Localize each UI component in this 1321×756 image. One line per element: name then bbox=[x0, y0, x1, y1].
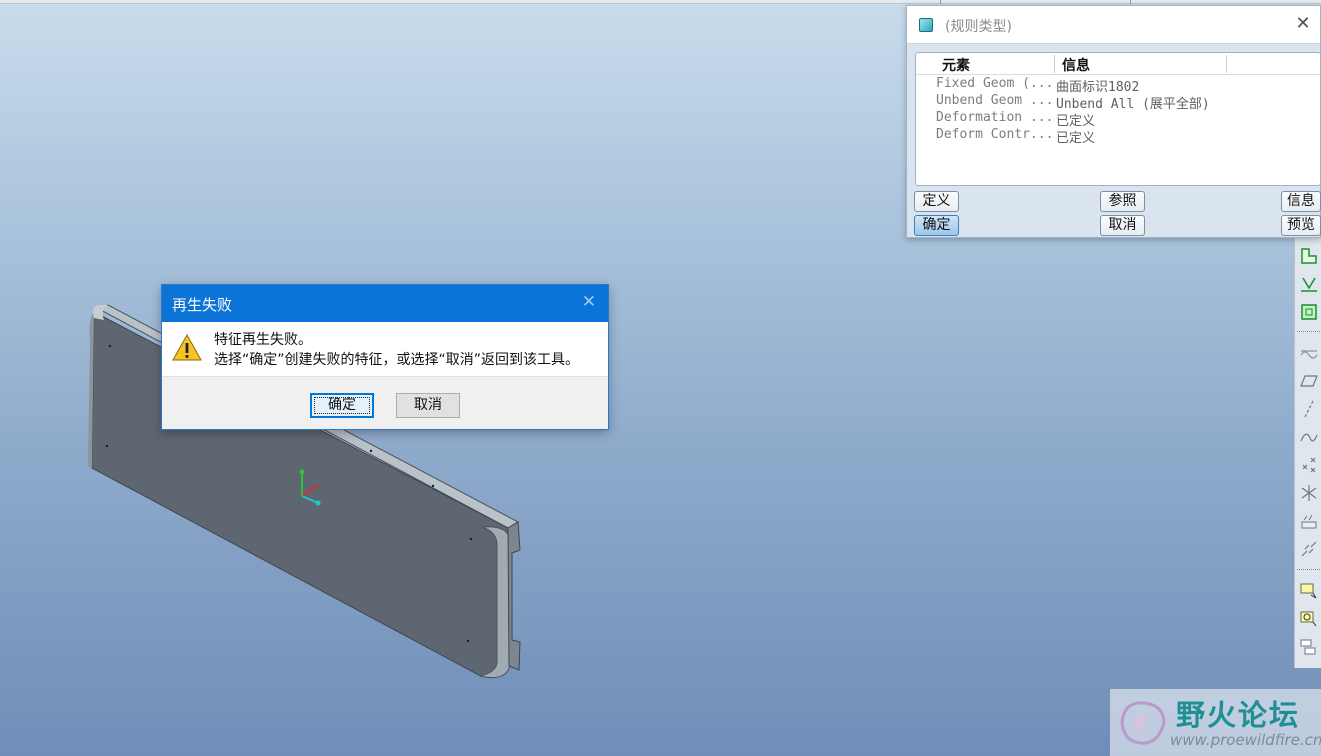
boundary-icon[interactable] bbox=[1298, 301, 1320, 323]
link-icon[interactable] bbox=[1298, 538, 1320, 560]
plane-icon[interactable] bbox=[1298, 370, 1320, 392]
element-name: Unbend Geom ... bbox=[936, 93, 1054, 108]
cancel-button[interactable]: 取消 bbox=[1100, 215, 1145, 236]
axis-icon[interactable] bbox=[1298, 398, 1320, 420]
regen-failed-dialog: 再生失败 ✕ 特征再生失败。 选择“确定”创建失败的特征，或选择“取消”返回到该… bbox=[161, 284, 609, 430]
watermark-url: www.proewildfire.cn bbox=[1170, 731, 1321, 749]
element-name: Fixed Geom (... bbox=[936, 76, 1054, 91]
pattern-icon[interactable] bbox=[1298, 342, 1320, 364]
note-icon[interactable] bbox=[1298, 580, 1320, 602]
list-item[interactable]: Fixed Geom (... 曲面标识1802 bbox=[916, 75, 1320, 95]
list-item[interactable]: Deform Contr... 已定义 bbox=[916, 126, 1320, 146]
forum-watermark: 野火论坛 www.proewildfire.cn bbox=[1110, 689, 1321, 756]
confirm-button[interactable]: 确定 bbox=[310, 393, 374, 418]
stack-icon[interactable] bbox=[1298, 636, 1320, 658]
right-toolbar bbox=[1294, 238, 1321, 668]
curve-icon[interactable] bbox=[1298, 426, 1320, 448]
preview-button[interactable]: 预览 bbox=[1281, 215, 1321, 236]
error-message-area: 特征再生失败。 选择“确定”创建失败的特征，或选择“取消”返回到该工具。 bbox=[162, 322, 608, 376]
watermark-logo-text: 野火论坛 bbox=[1176, 698, 1301, 732]
rule-dialog-title: (规则类型) bbox=[945, 19, 1012, 35]
feature-cube-icon bbox=[919, 18, 933, 32]
ok-button[interactable]: 确定 bbox=[914, 215, 959, 236]
cancel-button[interactable]: 取消 bbox=[396, 393, 460, 418]
rule-type-dialog: (规则类型) ✕ 元素 信息 Fixed Geom (... 曲面标识1802 … bbox=[906, 5, 1321, 238]
element-list: 元素 信息 Fixed Geom (... 曲面标识1802 Unbend Ge… bbox=[915, 52, 1321, 186]
error-message-line1: 特征再生失败。 bbox=[214, 332, 312, 348]
column-element[interactable]: 元素 bbox=[942, 55, 970, 75]
list-item[interactable]: Deformation ... 已定义 bbox=[916, 109, 1320, 129]
element-name: Deformation ... bbox=[936, 110, 1054, 125]
warning-icon bbox=[172, 334, 202, 361]
close-icon[interactable]: ✕ bbox=[582, 292, 596, 312]
csys-icon[interactable] bbox=[1298, 482, 1320, 504]
annotation-icon[interactable] bbox=[1298, 608, 1320, 630]
sketch-icon[interactable] bbox=[1298, 245, 1320, 267]
close-icon[interactable]: ✕ bbox=[1294, 15, 1312, 33]
define-button[interactable]: 定义 bbox=[914, 191, 959, 212]
refs-button[interactable]: 参照 bbox=[1100, 191, 1145, 212]
element-list-header: 元素 信息 bbox=[916, 53, 1320, 75]
element-info: 已定义 bbox=[1056, 131, 1096, 146]
rule-dialog-titlebar: (规则类型) ✕ bbox=[907, 6, 1320, 44]
offset-icon[interactable] bbox=[1298, 273, 1320, 295]
column-info[interactable]: 信息 bbox=[1062, 55, 1090, 75]
flame-logo-icon bbox=[1120, 701, 1166, 745]
list-item[interactable]: Unbend Geom ... Unbend All (展平全部) bbox=[916, 92, 1320, 112]
error-message-line2: 选择“确定”创建失败的特征，或选择“取消”返回到该工具。 bbox=[214, 352, 580, 368]
error-dialog-footer: 确定 取消 bbox=[162, 376, 608, 429]
analysis-icon[interactable] bbox=[1298, 510, 1320, 532]
info-button[interactable]: 信息 bbox=[1281, 191, 1321, 212]
error-dialog-title: 再生失败 bbox=[172, 296, 233, 314]
point-icon[interactable] bbox=[1298, 454, 1320, 476]
element-name: Deform Contr... bbox=[936, 127, 1054, 142]
error-dialog-titlebar: 再生失败 ✕ bbox=[162, 285, 608, 322]
